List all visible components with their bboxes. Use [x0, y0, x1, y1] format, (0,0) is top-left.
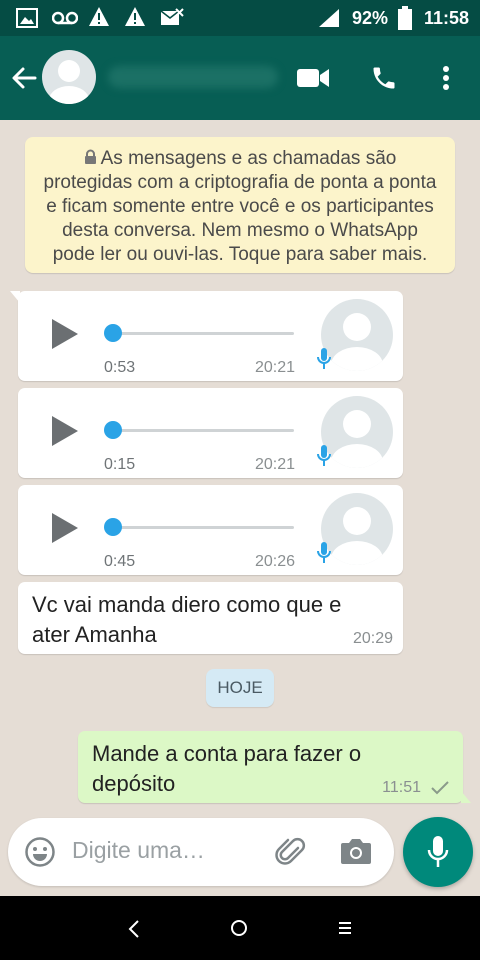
audio-seek-handle[interactable] — [104, 421, 122, 439]
incoming-message[interactable]: Vc vai manda diero como que e ater Amanh… — [18, 582, 403, 654]
clock: 11:58 — [424, 8, 470, 28]
bubble-tail — [10, 291, 20, 303]
default-avatar-icon — [331, 507, 383, 565]
voice-message[interactable]: 0:53 20:21 — [10, 291, 403, 381]
nav-recents-icon[interactable] — [337, 920, 353, 936]
status-bar: 92% 11:58 — [0, 0, 480, 36]
voice-message[interactable]: 0:45 20:26 — [18, 485, 403, 575]
voice-call-button[interactable] — [364, 60, 404, 96]
voice-duration: 0:15 — [104, 456, 136, 473]
default-avatar-icon — [49, 60, 89, 104]
audio-seek-handle[interactable] — [104, 518, 122, 536]
emoji-icon[interactable] — [24, 836, 56, 868]
play-icon[interactable] — [50, 317, 80, 351]
battery-percent: 92% — [352, 8, 389, 28]
outgoing-message[interactable]: Mande a conta para fazer o depósito 11:5… — [78, 731, 471, 803]
message-time: 20:26 — [254, 553, 295, 570]
audio-progress-track[interactable] — [108, 526, 294, 529]
warning-icon — [89, 7, 109, 26]
sent-check-icon — [431, 781, 449, 795]
date-divider: HOJE — [206, 669, 274, 707]
sms-failed-icon — [160, 8, 184, 25]
voice-message[interactable]: 0:15 20:21 — [18, 388, 403, 478]
message-time: 11:51 — [382, 779, 421, 796]
chat-area[interactable]: As mensagens e as chamadas são protegida… — [0, 120, 480, 896]
arrow-left-icon — [12, 67, 37, 89]
sender-avatar — [321, 396, 393, 468]
play-icon[interactable] — [50, 511, 80, 545]
back-button[interactable] — [6, 60, 42, 96]
voice-duration: 0:45 — [104, 553, 136, 570]
voicemail-icon — [52, 11, 78, 25]
more-vert-icon — [443, 66, 449, 90]
voice-mic-icon — [317, 445, 331, 466]
audio-progress-track[interactable] — [108, 429, 294, 432]
encryption-notice-text: As mensagens e as chamadas são protegida… — [43, 148, 437, 265]
video-call-button[interactable] — [292, 60, 334, 96]
contact-name-redacted[interactable] — [108, 66, 278, 88]
voice-mic-icon — [317, 348, 331, 369]
play-icon[interactable] — [50, 414, 80, 448]
battery-icon — [398, 6, 412, 30]
voice-mic-icon — [317, 542, 331, 563]
warning-icon — [125, 7, 145, 26]
message-input[interactable]: Digite uma… — [72, 837, 205, 864]
message-time: 20:21 — [254, 456, 295, 473]
phone-icon — [373, 67, 395, 89]
nav-home-icon[interactable] — [230, 919, 248, 937]
default-avatar-icon — [331, 313, 383, 371]
lock-icon — [84, 149, 96, 164]
contact-avatar[interactable] — [42, 50, 96, 104]
message-text: Vc vai manda diero como que e ater Amanh… — [32, 592, 342, 647]
gallery-notification-icon — [16, 8, 38, 28]
message-composer[interactable]: Digite uma… — [8, 818, 394, 886]
message-time: 20:21 — [254, 359, 295, 376]
signal-icon — [319, 9, 339, 27]
sender-avatar — [321, 493, 393, 565]
encryption-notice[interactable]: As mensagens e as chamadas são protegida… — [25, 137, 455, 273]
camera-icon[interactable] — [340, 837, 372, 865]
video-call-icon — [297, 69, 329, 87]
system-navigation-bar — [0, 896, 480, 960]
bubble-tail — [461, 791, 471, 803]
nav-back-icon[interactable] — [127, 919, 141, 939]
mic-icon — [427, 836, 449, 867]
voice-duration: 0:53 — [104, 359, 136, 376]
audio-seek-handle[interactable] — [104, 324, 122, 342]
chat-header — [0, 36, 480, 120]
record-voice-button[interactable] — [403, 817, 473, 887]
more-options-button[interactable] — [430, 60, 462, 96]
sender-avatar — [321, 299, 393, 371]
audio-progress-track[interactable] — [108, 332, 294, 335]
default-avatar-icon — [331, 410, 383, 468]
paperclip-icon[interactable] — [274, 835, 308, 869]
message-time: 20:29 — [352, 630, 393, 647]
